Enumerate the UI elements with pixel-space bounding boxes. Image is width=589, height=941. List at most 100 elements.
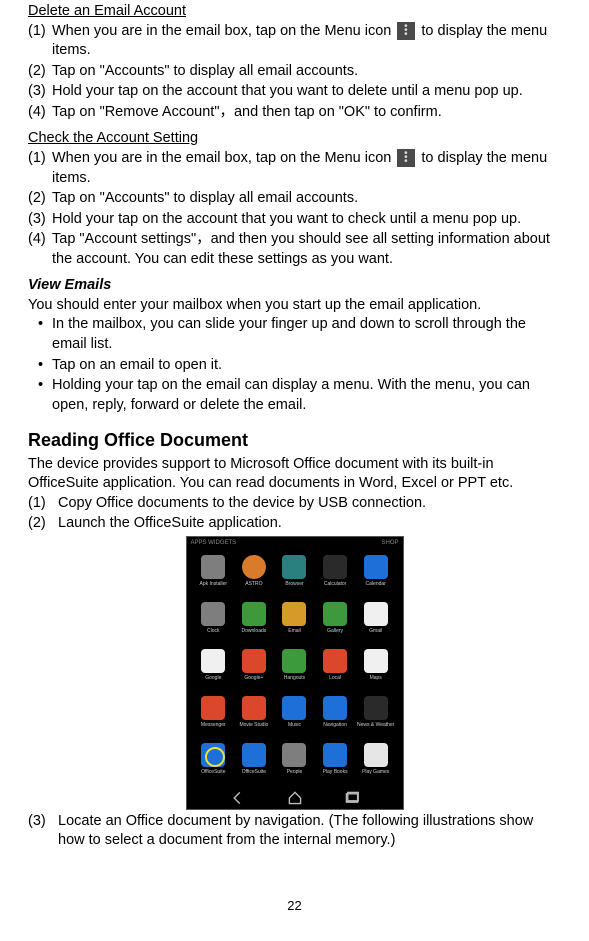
heading-delete-account: Delete an Email Account <box>28 2 561 22</box>
app-icon <box>364 555 388 579</box>
app-cell: Play Books <box>316 743 354 787</box>
list-body: Tap on "Remove Account"，and then tap on … <box>52 103 561 123</box>
list-number: (2) <box>28 514 58 534</box>
heading-check-account: Check the Account Setting <box>28 129 561 149</box>
list-number: (4) <box>28 230 52 269</box>
recents-icon <box>345 791 359 805</box>
app-cell: Gmail <box>357 602 395 646</box>
list-number: (1) <box>28 149 52 188</box>
app-label: ASTRO <box>235 581 273 588</box>
list-body: Hold your tap on the account that you wa… <box>52 210 561 230</box>
app-label: OfficeSuite <box>235 769 273 776</box>
list-body: Tap "Account settings"，and then you shou… <box>52 230 561 269</box>
list-item: (3) Hold your tap on the account that yo… <box>28 210 561 230</box>
tablet-navbar <box>187 787 403 809</box>
app-icon <box>282 602 306 626</box>
list-body: When you are in the email box, tap on th… <box>52 149 561 188</box>
app-icon <box>201 602 225 626</box>
list-body: Locate an Office document by navigation.… <box>58 812 561 851</box>
bullet-item: • Holding your tap on the email can disp… <box>28 376 561 415</box>
app-label: Clock <box>195 628 233 635</box>
tablet-device: APPS WIDGETS SHOP Apk InstallerASTROBrow… <box>186 536 404 810</box>
heading-view-emails: View Emails <box>28 276 561 296</box>
paragraph: The device provides support to Microsoft… <box>28 455 561 494</box>
bullet-body: Holding your tap on the email can displa… <box>52 376 561 415</box>
app-icon <box>323 555 347 579</box>
app-label: Maps <box>357 675 395 682</box>
app-label: Google+ <box>235 675 273 682</box>
app-icon <box>242 696 266 720</box>
bullet-item: • In the mailbox, you can slide your fin… <box>28 315 561 354</box>
list-item: (3) Hold your tap on the account that yo… <box>28 82 561 102</box>
app-label: Messenger <box>195 722 233 729</box>
app-grid: Apk InstallerASTROBrowserCalculatorCalen… <box>187 549 403 787</box>
app-icon <box>201 649 225 673</box>
bullet-body: In the mailbox, you can slide your finge… <box>52 315 561 354</box>
app-label: Browser <box>276 581 314 588</box>
app-icon <box>364 602 388 626</box>
app-icon <box>282 696 306 720</box>
list-body: Tap on "Accounts" to display all email a… <box>52 62 561 82</box>
list-number: (3) <box>28 82 52 102</box>
app-cell: Clock <box>195 602 233 646</box>
app-icon <box>323 696 347 720</box>
list-number: (2) <box>28 62 52 82</box>
list-number: (3) <box>28 812 58 851</box>
app-cell: Hangouts <box>276 649 314 693</box>
list-number: (1) <box>28 22 52 61</box>
bullet-mark: • <box>38 356 52 376</box>
app-cell: Calendar <box>357 555 395 599</box>
list-item: (4) Tap on "Remove Account"，and then tap… <box>28 103 561 123</box>
app-cell: Email <box>276 602 314 646</box>
app-icon <box>364 649 388 673</box>
app-cell: Browser <box>276 555 314 599</box>
app-icon <box>242 649 266 673</box>
app-icon <box>364 743 388 767</box>
menu-icon: ••• <box>397 149 415 167</box>
app-cell: Maps <box>357 649 395 693</box>
statusbar-right: SHOP <box>381 539 398 547</box>
app-icon <box>323 602 347 626</box>
app-label: Music <box>276 722 314 729</box>
app-cell: Calculator <box>316 555 354 599</box>
tablet-screenshot: APPS WIDGETS SHOP Apk InstallerASTROBrow… <box>28 536 561 810</box>
app-label: Gallery <box>316 628 354 635</box>
app-label: Apk Installer <box>195 581 233 588</box>
app-label: OfficeSuite <box>195 769 233 776</box>
app-cell: Navigation <box>316 696 354 740</box>
list-item: (1) Copy Office documents to the device … <box>28 494 561 514</box>
text: When you are in the email box, tap on th… <box>52 23 395 39</box>
app-label: Calendar <box>357 581 395 588</box>
app-cell: Google+ <box>235 649 273 693</box>
list-body: When you are in the email box, tap on th… <box>52 22 561 61</box>
app-label: Downloads <box>235 628 273 635</box>
app-label: Local <box>316 675 354 682</box>
app-icon <box>282 555 306 579</box>
list-number: (3) <box>28 210 52 230</box>
app-icon <box>242 602 266 626</box>
app-label: Calculator <box>316 581 354 588</box>
tablet-statusbar: APPS WIDGETS SHOP <box>187 537 403 549</box>
app-icon <box>282 743 306 767</box>
app-icon <box>242 555 266 579</box>
app-label: Email <box>276 628 314 635</box>
paragraph: You should enter your mailbox when you s… <box>28 296 561 316</box>
bullet-mark: • <box>38 315 52 354</box>
list-body: Tap on "Accounts" to display all email a… <box>52 189 561 209</box>
list-item: (2) Tap on "Accounts" to display all ema… <box>28 189 561 209</box>
app-icon <box>201 743 225 767</box>
list-body: Copy Office documents to the device by U… <box>58 494 561 514</box>
heading-reading-office: Reading Office Document <box>28 428 561 452</box>
list-number: (4) <box>28 103 52 123</box>
app-label: Hangouts <box>276 675 314 682</box>
app-cell: News & Weather <box>357 696 395 740</box>
bullet-body: Tap on an email to open it. <box>52 356 561 376</box>
list-item: (3) Locate an Office document by navigat… <box>28 812 561 851</box>
list-item: (2) Tap on "Accounts" to display all ema… <box>28 62 561 82</box>
app-cell: Music <box>276 696 314 740</box>
app-label: Movie Studio <box>235 722 273 729</box>
list-body: Hold your tap on the account that you wa… <box>52 82 561 102</box>
app-label: Google <box>195 675 233 682</box>
app-label: Play Books <box>316 769 354 776</box>
app-label: People <box>276 769 314 776</box>
